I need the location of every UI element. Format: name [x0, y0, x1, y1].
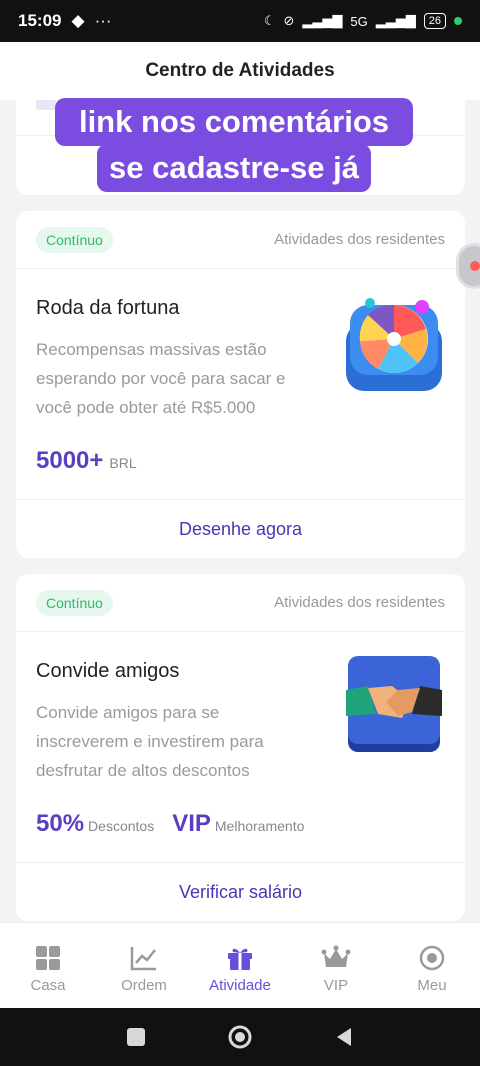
reward-stat: 50% Descontos VIP Melhoramento	[36, 810, 304, 838]
status-bar: 15:09 ◆ ··· ☾ ⊘ ▂▃▅▇ 5G ▂▃▅▇ 26	[0, 0, 480, 42]
partial-stat	[36, 100, 56, 110]
mute-icon: ⊘	[283, 13, 295, 28]
nav-item-casa[interactable]: Casa	[0, 923, 96, 1009]
activity-list[interactable]: Contínuo Atividades dos residentes Roda …	[0, 100, 480, 922]
card-title: Convide amigos	[36, 660, 180, 682]
signal-icon: ▂▃▅▇	[302, 13, 343, 28]
status-badge: Contínuo	[36, 226, 113, 253]
more-icon: ···	[94, 11, 112, 30]
check-salary-button[interactable]: Verificar salário	[16, 862, 465, 921]
activity-card-invite: Contínuo Atividades dos residentes Convi…	[16, 574, 465, 921]
nav-item-vip[interactable]: VIP	[288, 923, 384, 1009]
layers-icon: ◆	[71, 11, 85, 30]
home-icon[interactable]	[227, 1024, 253, 1050]
floating-assistant-button[interactable]	[459, 246, 480, 286]
network-label: 5G	[350, 13, 368, 29]
stat2-value: VIP	[172, 810, 211, 837]
nav-label: Meu	[417, 977, 447, 994]
status-badge: Contínuo	[36, 589, 113, 616]
card-description: Convide amigos para se inscreverem e inv…	[36, 703, 264, 780]
draw-now-button[interactable]: Desenhe agora	[16, 499, 465, 558]
category-label: Atividades dos residentes	[274, 594, 445, 611]
category-label: Atividades dos residentes	[274, 231, 445, 248]
reward-stat: 5000+ BRL	[36, 447, 137, 475]
stat-unit: BRL	[109, 455, 137, 471]
nav-label: Ordem	[121, 977, 167, 994]
stat2-unit: Melhoramento	[214, 818, 305, 834]
overlay-line-2: se cadastre-se já	[97, 144, 371, 192]
signal-icon-2: ▂▃▅▇	[375, 13, 416, 28]
gift-icon	[228, 948, 252, 970]
nav-item-atividade[interactable]: Atividade	[192, 923, 288, 1009]
nav-item-ordem[interactable]: Ordem	[96, 923, 192, 1009]
back-icon[interactable]	[333, 1026, 355, 1048]
bottom-nav: Casa Ordem Atividade VIP Meu	[0, 922, 480, 1009]
crown-icon	[321, 945, 351, 967]
card-description: Recompensas massivas estão esperando por…	[36, 340, 286, 417]
moon-icon: ☾	[263, 13, 276, 28]
nav-label: VIP	[323, 977, 349, 994]
battery-icon: 26	[423, 13, 446, 29]
recent-apps-icon[interactable]	[125, 1026, 147, 1048]
indicator-dot-icon	[454, 17, 462, 25]
activity-card-fortune: Contínuo Atividades dos residentes Roda …	[16, 211, 465, 558]
stat-unit: Descontos	[88, 818, 155, 834]
grid-icon	[36, 946, 60, 970]
status-time: 15:09	[18, 11, 62, 30]
page-title: Centro de Atividades	[0, 42, 480, 100]
promo-overlay: link nos comentários se cadastre-se já	[55, 98, 413, 192]
stat-value: 50%	[36, 810, 85, 837]
handshake-icon	[346, 656, 442, 752]
stat-value: 5000+	[36, 447, 104, 474]
card-title: Roda da fortuna	[36, 297, 180, 319]
user-icon	[419, 945, 445, 971]
fortune-wheel-icon	[338, 289, 450, 401]
nav-label: Atividade	[209, 977, 271, 994]
system-nav-bar	[0, 1008, 480, 1066]
chart-icon	[130, 947, 156, 971]
nav-item-meu[interactable]: Meu	[384, 923, 480, 1009]
overlay-line-1: link nos comentários	[55, 98, 413, 146]
nav-label: Casa	[30, 977, 66, 994]
